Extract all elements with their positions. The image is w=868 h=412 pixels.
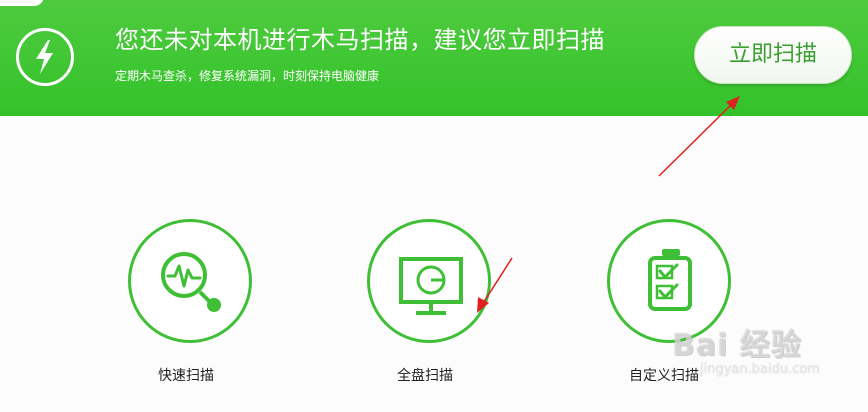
arrow-head-full-scan bbox=[477, 297, 489, 313]
arrow-to-full-scan bbox=[479, 257, 513, 309]
watermark-url: jingyan.baidu.com bbox=[700, 362, 820, 377]
arrow-to-scan-now bbox=[658, 97, 739, 177]
baidu-jingyan-watermark: Bai 经验 jingyan.baidu.com bbox=[668, 320, 858, 390]
watermark-logo-text: Bai 经验 bbox=[672, 328, 802, 363]
